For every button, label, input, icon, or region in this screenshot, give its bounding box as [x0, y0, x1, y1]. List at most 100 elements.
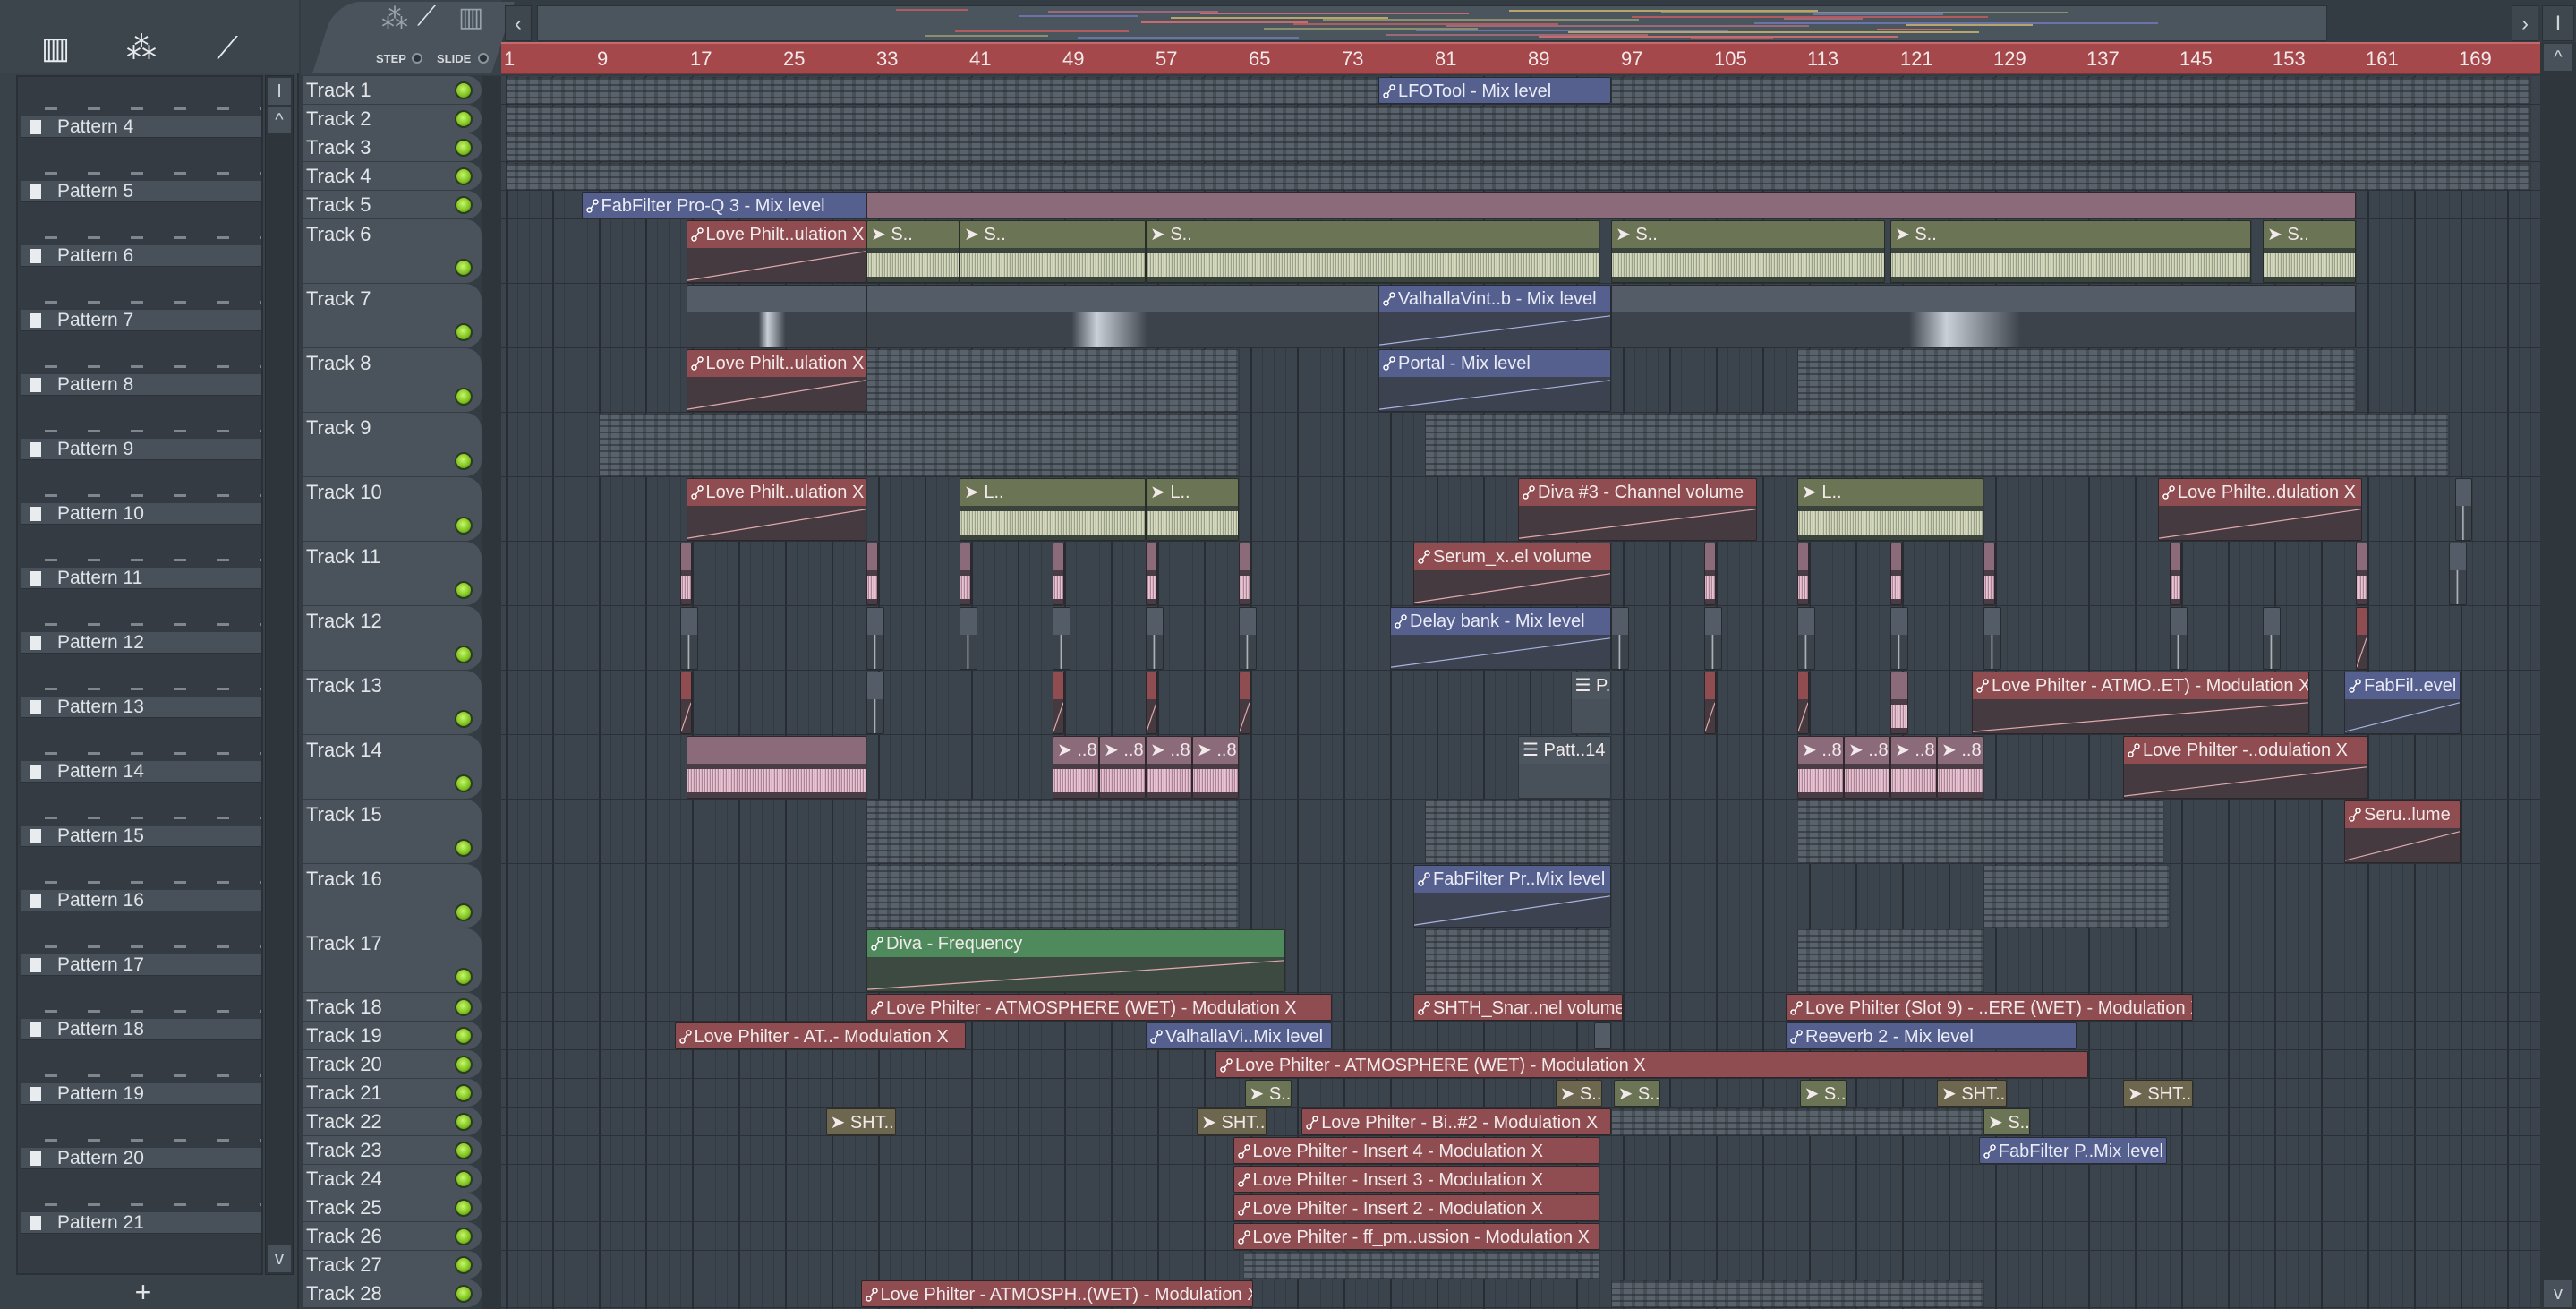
pattern-item[interactable]: Pattern 5: [21, 181, 261, 202]
audio-clip[interactable]: [1053, 543, 1064, 605]
track-enable-led[interactable]: [455, 998, 473, 1016]
audio-clip[interactable]: [960, 607, 977, 670]
track-enable-led[interactable]: [455, 388, 473, 406]
audio-wave-icon[interactable]: ⁂: [120, 27, 163, 70]
track-header[interactable]: Track 22: [303, 1108, 482, 1136]
audio-clip[interactable]: ➤ ..8: [1844, 736, 1890, 799]
track-header[interactable]: Track 10: [303, 477, 482, 542]
automation-clip[interactable]: ValhallaVint..b - Mix level: [1378, 285, 1611, 347]
pattern-item[interactable]: Pattern 12: [21, 632, 261, 654]
audio-clip[interactable]: ➤ ..8: [1797, 736, 1844, 799]
audio-clip[interactable]: [686, 736, 866, 799]
track-enable-led[interactable]: [455, 581, 473, 599]
audio-clip[interactable]: ➤ L..: [1797, 478, 1983, 541]
automation-clip[interactable]: Love Philter (Slot 9) - ..ERE (WET) - Mo…: [1786, 994, 2193, 1021]
overview-next-button[interactable]: ›: [2512, 5, 2538, 41]
automation-icon[interactable]: ⟋: [206, 27, 249, 70]
audio-clip[interactable]: ➤ L..: [1146, 478, 1239, 541]
pattern-item[interactable]: Pattern 13: [21, 697, 261, 718]
track-enable-led[interactable]: [455, 81, 473, 99]
automation-clip[interactable]: Delay bank - Mix level: [1390, 607, 1611, 670]
pattern-item[interactable]: Pattern 16: [21, 890, 261, 911]
track-header[interactable]: Track 20: [303, 1050, 482, 1079]
automation-clip[interactable]: Diva #3 - Channel volume: [1518, 478, 1757, 541]
audio-clip[interactable]: [866, 192, 2356, 218]
audio-clip[interactable]: [1983, 607, 2001, 670]
pattern-item[interactable]: Pattern 9: [21, 439, 261, 460]
automation-clip[interactable]: Seru..lume: [2344, 800, 2461, 863]
audio-clip[interactable]: [1593, 1022, 1611, 1049]
step-radio[interactable]: [412, 53, 422, 64]
piano-roll-icon[interactable]: ▥: [34, 27, 77, 70]
audio-clip[interactable]: [1797, 543, 1809, 605]
audio-clip[interactable]: ➤ ..8: [1053, 736, 1099, 799]
audio-clip[interactable]: [866, 543, 878, 605]
track-header[interactable]: Track 21: [303, 1079, 482, 1108]
audio-clip[interactable]: [1983, 543, 1995, 605]
track-header[interactable]: Track 16: [303, 864, 482, 928]
track-header[interactable]: Track 3: [303, 133, 482, 162]
track-enable-led[interactable]: [455, 710, 473, 728]
audio-clip[interactable]: [960, 543, 971, 605]
automation-clip[interactable]: Portal - Mix level: [1378, 349, 1611, 412]
audio-clip[interactable]: [866, 607, 884, 670]
automation-clip[interactable]: Serum_x..el volume: [1413, 543, 1611, 605]
pattern-clip[interactable]: [1797, 929, 1983, 992]
track-header[interactable]: Track 17: [303, 928, 482, 993]
audio-clip[interactable]: ➤ S..: [1799, 1080, 1847, 1107]
pattern-clip[interactable]: ☰ P..: [1570, 672, 1611, 734]
audio-clip[interactable]: [1611, 607, 1629, 670]
audio-clip[interactable]: ➤ S..: [1611, 220, 1885, 283]
pattern-item[interactable]: Pattern 20: [21, 1148, 261, 1169]
audio-clip[interactable]: ➤ S..: [1613, 1080, 1660, 1107]
track-enable-led[interactable]: [455, 646, 473, 663]
track-enable-led[interactable]: [455, 167, 473, 185]
audio-clip[interactable]: [680, 607, 698, 670]
pattern-clip[interactable]: [1425, 929, 1611, 992]
pattern-item[interactable]: Pattern 15: [21, 826, 261, 847]
pattern-clip[interactable]: [866, 349, 1239, 412]
pattern-clip[interactable]: [866, 865, 1239, 928]
pattern-clip[interactable]: ☰ Patt..14: [1518, 736, 1611, 799]
track-header[interactable]: Track 27: [303, 1251, 482, 1279]
pattern-clip[interactable]: [506, 77, 1378, 104]
pattern-clip[interactable]: [1425, 414, 2449, 476]
track-header[interactable]: Track 13: [303, 671, 482, 735]
scroll-up-button[interactable]: ^: [268, 107, 291, 133]
audio-clip[interactable]: ➤ ..8: [1937, 736, 1983, 799]
audio-clip[interactable]: ➤ S..: [1555, 1080, 1602, 1107]
pattern-item[interactable]: Pattern 8: [21, 374, 261, 396]
track-enable-led[interactable]: [455, 517, 473, 535]
automation-clip[interactable]: Diva - Frequency: [866, 929, 1285, 992]
automation-clip[interactable]: Love Philter - ATMOSPHERE (WET) - Modula…: [866, 994, 1332, 1021]
audio-clip[interactable]: [2263, 607, 2281, 670]
track-header[interactable]: Track 24: [303, 1165, 482, 1194]
slide-radio[interactable]: [478, 53, 489, 64]
track-enable-led[interactable]: [455, 774, 473, 792]
audio-clip[interactable]: ➤ L..: [960, 478, 1146, 541]
track-header[interactable]: Track 19: [303, 1022, 482, 1050]
pattern-clip[interactable]: [1243, 1252, 1599, 1279]
scroll-up-button[interactable]: ^: [2544, 44, 2572, 71]
automation-clip[interactable]: Love Philter - ff_pm..ussion - Modulatio…: [1233, 1223, 1599, 1250]
audio-clip[interactable]: [866, 285, 1378, 347]
track-header[interactable]: Track 11: [303, 542, 482, 606]
audio-clip[interactable]: [866, 672, 884, 734]
pattern-clip[interactable]: [1425, 800, 1611, 863]
pattern-clip[interactable]: [599, 414, 866, 476]
overview-prev-button[interactable]: ‹: [505, 5, 532, 41]
pattern-clip[interactable]: [506, 134, 2530, 161]
automation-clip[interactable]: ValhallaVi..Mix level: [1146, 1022, 1332, 1049]
pattern-clip[interactable]: [866, 414, 1239, 476]
automation-clip[interactable]: Love Philte..dulation X: [2158, 478, 2362, 541]
track-header[interactable]: Track 8: [303, 348, 482, 413]
audio-clip[interactable]: [1146, 607, 1164, 670]
audio-clip[interactable]: ➤ S..: [1983, 1108, 2030, 1135]
audio-clip[interactable]: [1239, 607, 1257, 670]
scroll-down-button[interactable]: v: [268, 1245, 291, 1272]
track-enable-led[interactable]: [455, 1027, 473, 1045]
automation-clip[interactable]: LFOTool - Mix level: [1378, 77, 1611, 104]
track-header[interactable]: Track 28: [303, 1279, 482, 1308]
pattern-item[interactable]: Pattern 6: [21, 245, 261, 267]
automation-clip[interactable]: Love Philter -..odulation X: [2123, 736, 2367, 799]
